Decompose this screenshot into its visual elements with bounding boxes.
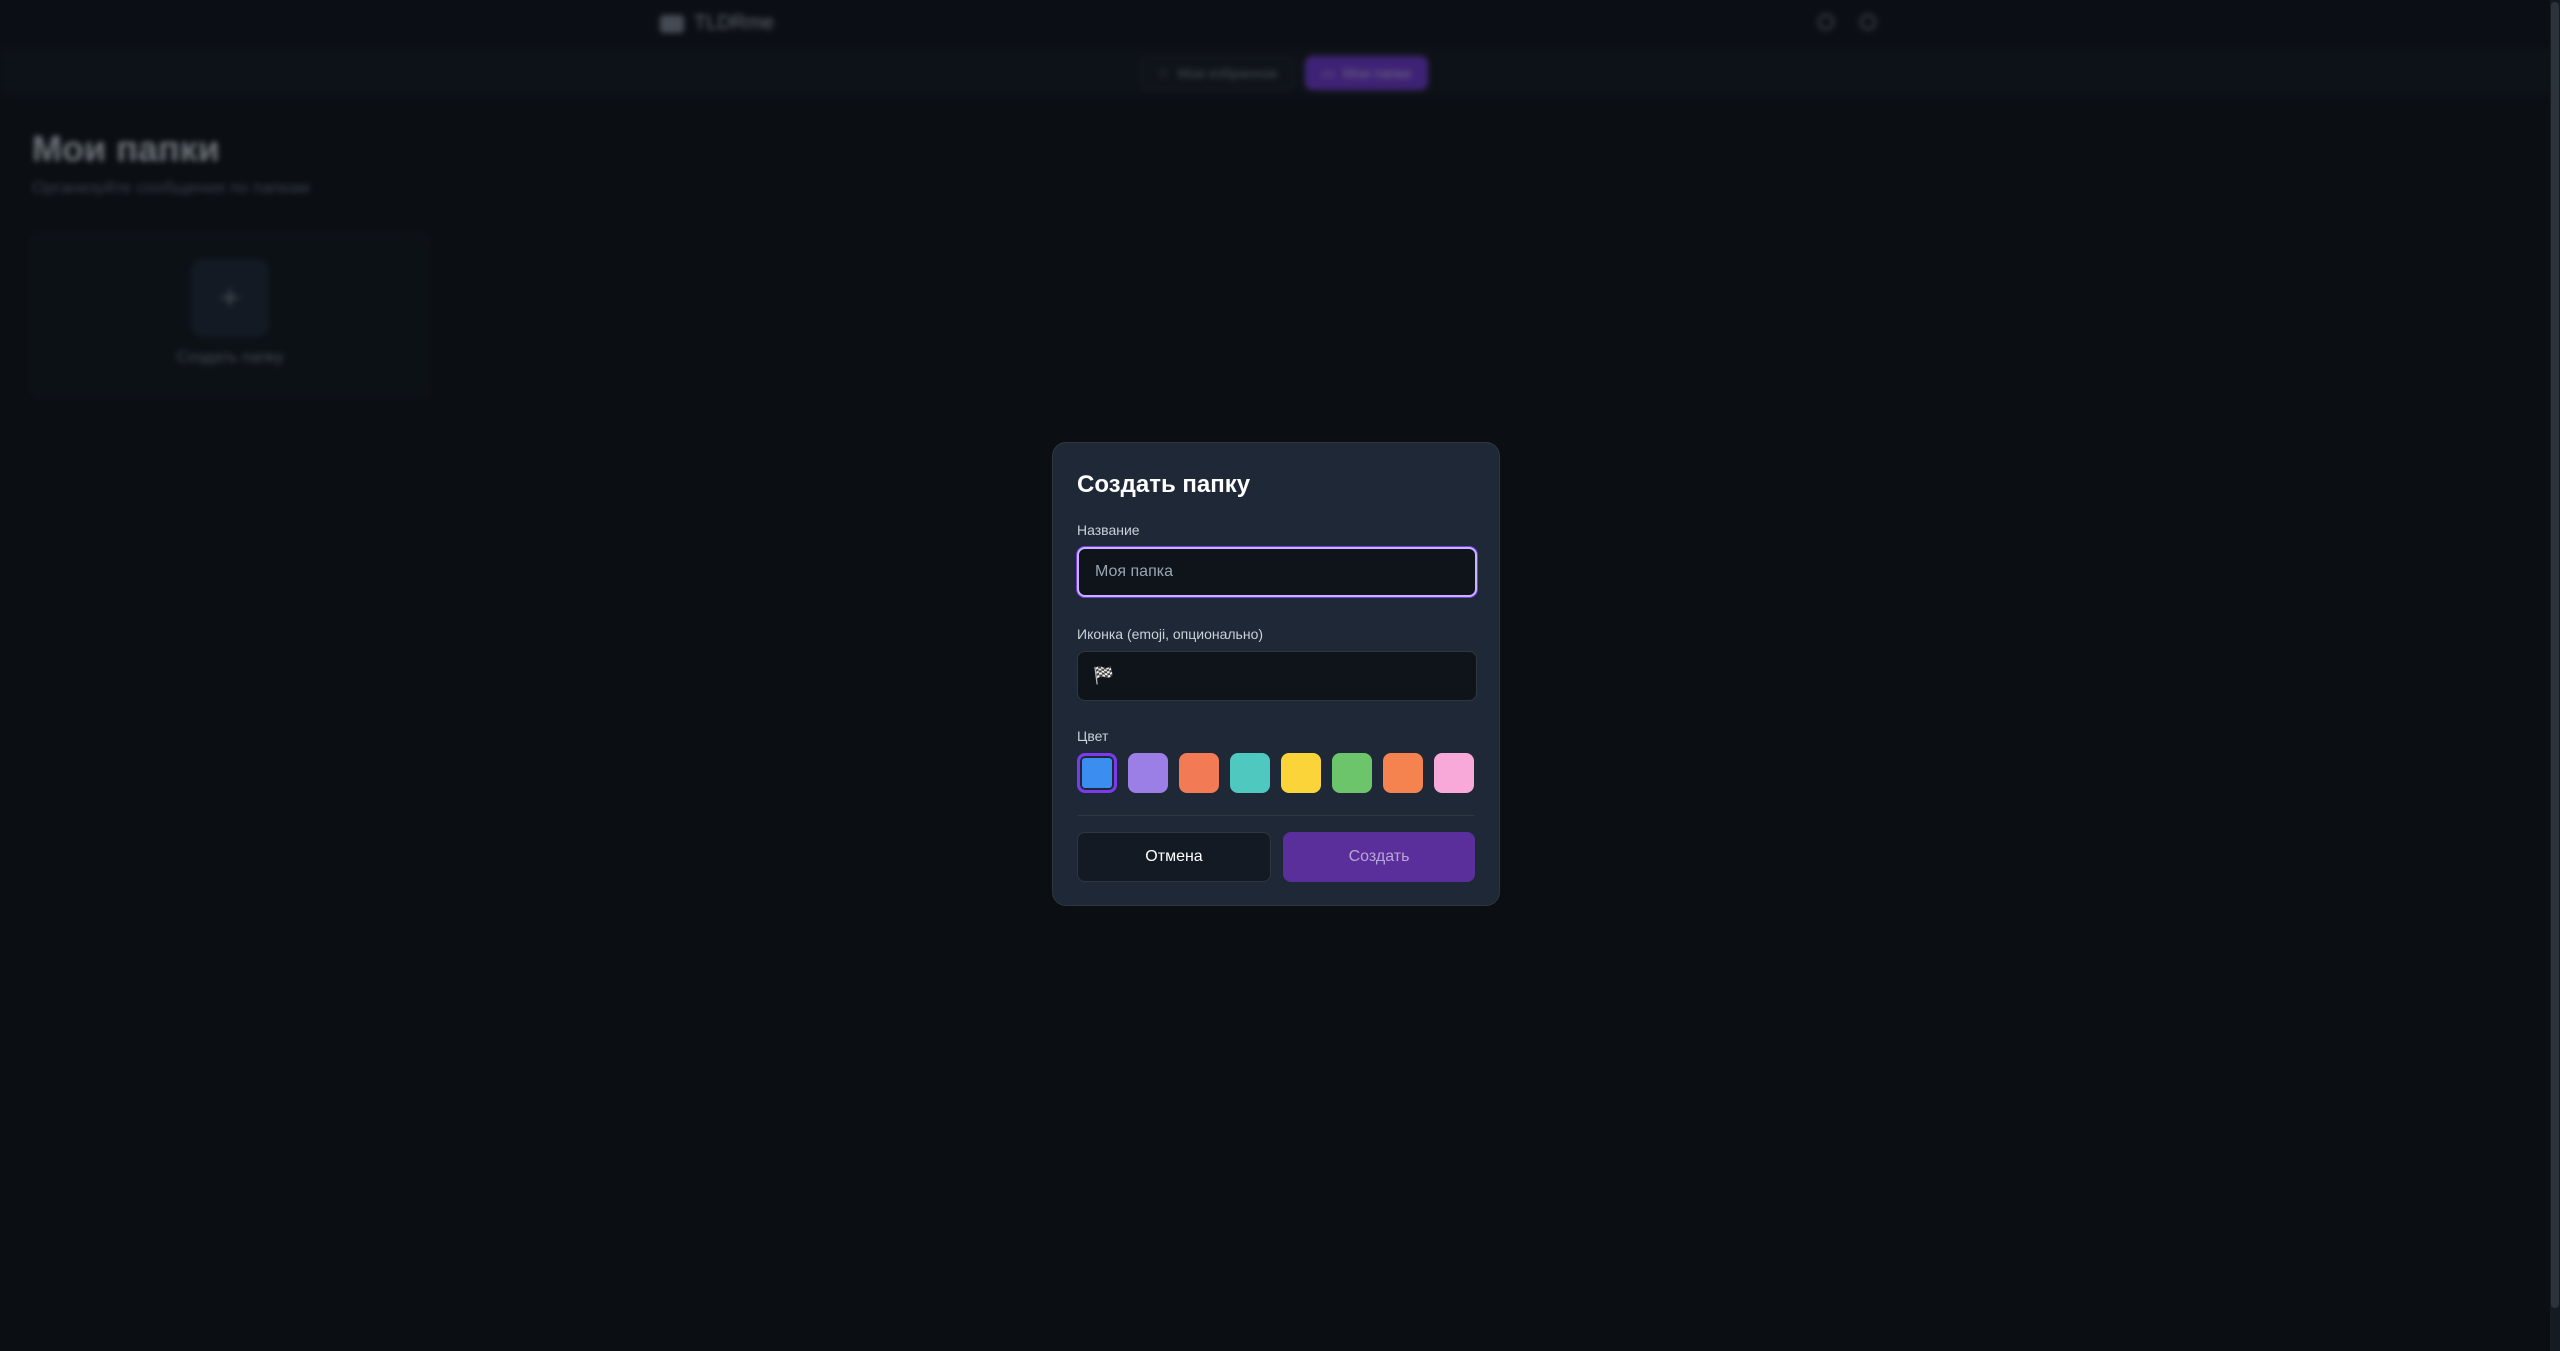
- star-icon: ☆: [1157, 64, 1170, 81]
- color-swatch[interactable]: [1230, 753, 1270, 793]
- subnav-tabs: ☆ Мои избранное ▭ Мои папки: [1140, 56, 1429, 90]
- scrollbar-thumb[interactable]: [2551, 2, 2559, 1308]
- create-folder-card[interactable]: + Создать папку: [30, 232, 430, 398]
- folder-icon: ▭: [1321, 64, 1335, 81]
- flag-icon: 🏁: [1093, 666, 1115, 686]
- color-swatch[interactable]: [1383, 753, 1423, 793]
- create-folder-card-label: Создать папку: [176, 349, 284, 366]
- color-swatch[interactable]: [1128, 753, 1168, 793]
- top-actions: [1818, 14, 1876, 30]
- color-swatch[interactable]: [1434, 753, 1474, 793]
- icon-field-wrapper: 🏁: [1077, 651, 1477, 701]
- page-title: Мои папки: [32, 128, 220, 169]
- scrollbar[interactable]: [2550, 0, 2560, 1351]
- folder-name-input[interactable]: [1077, 547, 1477, 597]
- icon-label: Иконка (emoji, опционально): [1077, 626, 1264, 642]
- tab-favorites-label: Мои избранное: [1177, 65, 1278, 81]
- name-label: Название: [1077, 522, 1140, 538]
- theme-toggle-icon[interactable]: [1818, 14, 1834, 30]
- folder-icon-input[interactable]: [1077, 651, 1477, 701]
- brand-name: TLDRme: [694, 12, 775, 34]
- app-root: TLDRme ☆ Мои избранное ▭ Мои папки Мои п…: [0, 0, 2560, 1351]
- brand[interactable]: TLDRme: [660, 12, 774, 35]
- color-swatch[interactable]: [1077, 753, 1117, 793]
- color-swatch[interactable]: [1179, 753, 1219, 793]
- color-label: Цвет: [1077, 728, 1109, 744]
- dialog-title: Создать папку: [1077, 471, 1251, 498]
- sub-navigation: ☆ Мои избранное ▭ Мои папки: [0, 48, 2560, 96]
- cancel-button[interactable]: Отмена: [1077, 832, 1271, 882]
- page-subtitle: Организуйте сообщения по папкам: [32, 178, 310, 197]
- tab-folders-label: Мои папки: [1342, 65, 1412, 81]
- logo-icon: [660, 14, 684, 33]
- plus-icon: +: [191, 259, 269, 337]
- profile-icon[interactable]: [1860, 14, 1876, 30]
- create-button[interactable]: Создать: [1283, 832, 1475, 882]
- color-swatch[interactable]: [1332, 753, 1372, 793]
- color-swatch[interactable]: [1281, 753, 1321, 793]
- create-folder-dialog: Создать папку Название Иконка (emoji, оп…: [1052, 442, 1500, 906]
- dialog-actions: Отмена Создать: [1077, 832, 1475, 882]
- top-bar: TLDRme: [0, 0, 2560, 48]
- divider: [1077, 815, 1475, 816]
- color-picker: [1077, 753, 1475, 793]
- tab-folders[interactable]: ▭ Мои папки: [1304, 56, 1429, 90]
- tab-favorites[interactable]: ☆ Мои избранное: [1140, 56, 1295, 90]
